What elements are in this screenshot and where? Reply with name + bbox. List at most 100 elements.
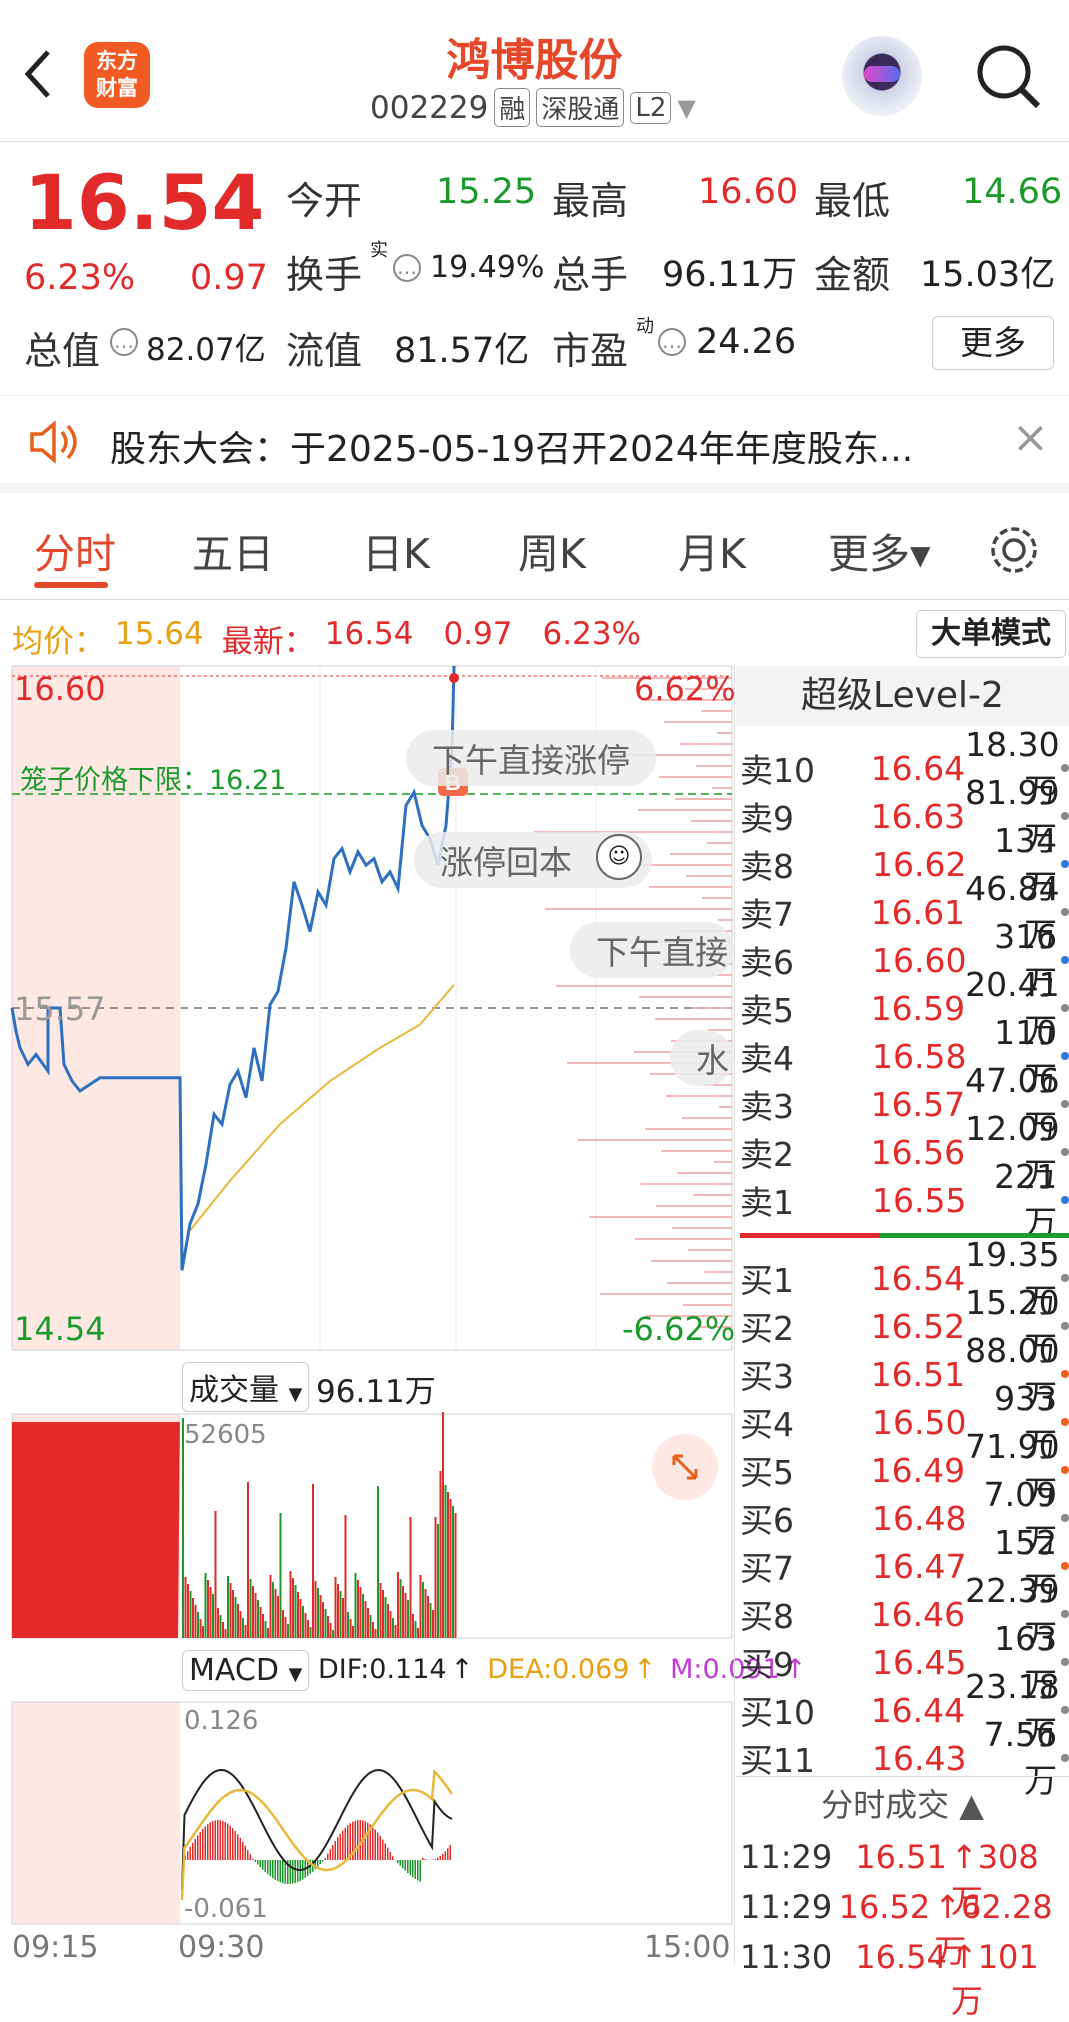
info-icon[interactable]: … [110,328,138,356]
tab-intraday[interactable]: 分时 [34,520,116,580]
ask-price: 16.56 [846,1133,965,1172]
low-value: 14.66 [962,172,1062,212]
ask-row[interactable]: 卖116.55221万 [740,1176,1069,1224]
bid-ask-ratio-red [740,1233,880,1238]
info-icon[interactable]: … [658,328,686,356]
pe-value: 24.26 [696,322,796,362]
bid-level: 买8 [740,1590,846,1638]
cage-price-label: 笼子价格下限：16.21 [20,758,286,797]
bid-level: 买10 [740,1686,846,1734]
bid-price: 16.47 [846,1547,966,1586]
gear-icon[interactable] [986,522,1042,578]
bid-dot [1061,1274,1069,1282]
ask-dot [1061,1148,1069,1156]
info-icon[interactable]: … [393,254,421,282]
avg-value: 15.64 [115,616,204,661]
latest-label: 最新： [222,616,315,661]
ask-price: 16.62 [846,845,966,884]
header-bar: 东方财富 鸿博股份 002229 融 深股通 L2 ▼ [0,0,1069,142]
amount-value: 15.03亿 [920,246,1055,297]
volume-indicator-select[interactable]: 成交量 ▼ [182,1362,309,1412]
expand-icon[interactable] [652,1434,718,1500]
volume-chart[interactable] [0,1412,734,1640]
ask-price: 16.61 [846,893,965,932]
time-start: 09:15 [12,1930,98,1965]
time-end: 15:00 [644,1930,730,1965]
bid-price: 16.45 [846,1643,966,1682]
macd-indicator-select[interactable]: MACD ▼ [182,1650,309,1691]
ask-dot [1061,764,1069,772]
vol-max-label: 52605 [184,1420,267,1450]
emoji-icon: ☺ [596,834,642,880]
macd-histogram [185,1820,452,1884]
bid-row[interactable]: 买1116.437.56万 [740,1734,1069,1782]
danmaku-bubble[interactable]: 下午直接涨停 [406,730,656,786]
trade-row: 11:3016.54↑101万 [740,1938,1069,2022]
ask-dot [1061,1100,1069,1108]
ask-price: 16.55 [846,1181,966,1220]
avg-label: 均价： [12,616,105,661]
notice-text: 股东大会：于2025-05-19召开2024年年度股东... [110,420,913,472]
danmaku-bubble[interactable]: 下午直接 [570,922,734,978]
ask-dot [1061,1004,1069,1012]
tab-monthly-k[interactable]: 月K [678,520,746,580]
tab-more[interactable]: 更多▾ [828,520,931,580]
tab-daily-k[interactable]: 日K [362,520,430,580]
bid-dot [1061,1418,1069,1426]
bid-level: 买4 [740,1398,846,1446]
bid-dot [1061,1322,1069,1330]
ask-level: 卖9 [740,792,846,840]
tab-weekly-k[interactable]: 周K [518,520,586,580]
chart-change-pct: 6.23% [543,616,641,661]
ask-dot [1061,1052,1069,1060]
ask-level: 卖6 [740,936,846,984]
ask-dot [1061,956,1069,964]
trade-price: 16.54 [848,1938,947,2022]
bid-price: 16.51 [846,1355,965,1394]
latest-value: 16.54 [325,616,414,661]
change-pct: 6.23% [24,258,135,298]
more-button[interactable]: 更多 [932,316,1054,370]
ask-price: 16.64 [846,749,965,788]
bid-price: 16.46 [846,1595,965,1634]
ask-price: 16.60 [846,941,966,980]
danmaku-bubble[interactable]: 水 [670,1030,734,1086]
mktcap-value: 82.07亿 [146,324,266,369]
stock-code: 002229 [370,90,488,126]
dropdown-icon[interactable]: ▼ [677,94,695,122]
tab-five-day[interactable]: 五日 [192,520,274,580]
change-value: 0.97 [190,258,268,298]
search-icon[interactable] [972,40,1044,112]
bid-level: 买7 [740,1542,846,1590]
speaker-icon [28,420,82,464]
ask-dot [1061,812,1069,820]
trades-title[interactable]: 分时成交 ▲ [736,1776,1069,1832]
amount-label: 金额 [814,244,890,299]
mktcap-label: 总值 [24,320,100,375]
turnover-value: 19.49% [430,250,544,285]
turnover-label: 换手 [286,244,362,299]
bid-price: 16.50 [846,1403,966,1442]
ask-volume: 221万 [967,1157,1058,1244]
bid-dot [1061,1514,1069,1522]
ask-dot [1061,908,1069,916]
robot-avatar-icon[interactable] [842,36,922,116]
tag-margin: 融 [494,88,530,127]
pe-label: 市盈 [552,320,628,375]
turnover-sup: 实 [370,236,388,262]
bid-price: 16.49 [846,1451,965,1490]
trade-time: 11:30 [740,1938,848,2022]
bid-dot [1061,1562,1069,1570]
ask-dot [1061,860,1069,868]
macd-chart[interactable] [0,1700,734,1926]
low-label: 最低 [814,170,890,225]
bid-level: 买3 [740,1350,846,1398]
bid-dot [1061,1370,1069,1378]
orderbook-title[interactable]: 超级Level-2 [736,666,1069,726]
notice-bar[interactable]: 股东大会：于2025-05-19召开2024年年度股东... × [0,395,1069,493]
ask-level: 卖8 [740,840,846,888]
close-icon[interactable]: × [1012,412,1049,463]
trade-volume: ↑101万 [951,1938,1069,2022]
ask-price: 16.63 [846,797,965,836]
big-order-mode-button[interactable]: 大单模式 [916,610,1066,658]
